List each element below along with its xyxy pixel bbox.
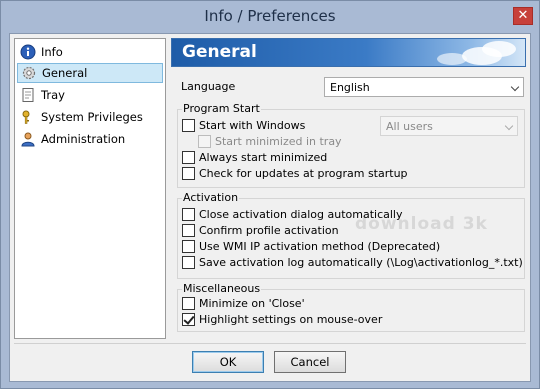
sidebar-item-system-privileges[interactable]: System Privileges (17, 107, 163, 127)
close-activation-dialog-checkbox[interactable]: Close activation dialog automatically (182, 208, 402, 221)
checkbox-label: Start with Windows (199, 119, 306, 132)
window-title: Info / Preferences (204, 7, 336, 25)
section-header: General (171, 38, 526, 67)
checkbox-label: Always start minimized (199, 151, 328, 164)
users-select[interactable]: All users (380, 116, 518, 136)
language-select[interactable]: English (324, 77, 524, 97)
checkbox-box[interactable] (182, 240, 195, 253)
sidebar-item-label: General (42, 66, 88, 80)
checkbox-label: Confirm profile activation (199, 224, 339, 237)
sidebar-item-label: System Privileges (41, 110, 143, 124)
always-start-minimized-checkbox[interactable]: Always start minimized (182, 151, 327, 164)
language-select-value: English (330, 80, 370, 94)
sidebar-item-label: Administration (41, 132, 126, 146)
sidebar-nav: Info General Tray System Privileges Admi… (14, 38, 166, 339)
checkbox-label: Save activation log automatically (\Log\… (199, 256, 523, 269)
admin-user-icon (20, 131, 36, 147)
group-title: Activation (182, 191, 240, 204)
confirm-profile-activation-checkbox[interactable]: Confirm profile activation (182, 224, 339, 237)
gear-icon (21, 65, 37, 81)
checkbox-box[interactable] (182, 151, 195, 164)
checkbox-label: Minimize on 'Close' (199, 297, 305, 310)
sidebar-item-tray[interactable]: Tray (17, 85, 163, 105)
start-minimized-in-tray-checkbox[interactable]: Start minimized in tray (198, 135, 342, 148)
checkbox-label: Use WMI IP activation method (Deprecated… (199, 240, 441, 253)
ok-button[interactable]: OK (192, 351, 264, 373)
info-icon (20, 44, 36, 60)
footer-divider (14, 343, 526, 344)
keys-icon (20, 109, 36, 125)
users-select-value: All users (386, 119, 433, 133)
sidebar-item-administration[interactable]: Administration (17, 129, 163, 149)
highlight-settings-checkbox[interactable]: Highlight settings on mouse-over (182, 313, 382, 326)
language-label: Language (181, 80, 236, 93)
close-button[interactable]: ✕ (513, 7, 533, 25)
checkbox-box[interactable] (182, 313, 195, 326)
checkbox-box[interactable] (182, 208, 195, 221)
checkbox-box[interactable] (182, 119, 195, 132)
sidebar-item-label: Info (41, 45, 63, 59)
tray-document-icon (20, 87, 36, 103)
sidebar-item-label: Tray (41, 88, 65, 102)
wmi-activation-method-checkbox[interactable]: Use WMI IP activation method (Deprecated… (182, 240, 440, 253)
minimize-on-close-checkbox[interactable]: Minimize on 'Close' (182, 297, 305, 310)
checkbox-box[interactable] (198, 135, 211, 148)
dialog-client-area: Info General Tray System Privileges Admi… (9, 33, 531, 382)
group-title: Program Start (182, 102, 261, 115)
chevron-down-icon (504, 121, 514, 131)
checkbox-box[interactable] (182, 224, 195, 237)
group-title: Miscellaneous (182, 282, 262, 295)
title-bar[interactable]: Info / Preferences ✕ (1, 1, 539, 33)
section-title: General (182, 42, 257, 62)
chevron-down-icon (510, 82, 520, 92)
checkbox-label: Check for updates at program startup (199, 167, 408, 180)
cancel-button[interactable]: Cancel (274, 351, 346, 373)
checkbox-box[interactable] (182, 256, 195, 269)
save-activation-log-checkbox[interactable]: Save activation log automatically (\Log\… (182, 256, 523, 269)
checkbox-box[interactable] (182, 167, 195, 180)
checkbox-label: Close activation dialog automatically (199, 208, 403, 221)
cloud-decoration (437, 53, 467, 65)
checkbox-box[interactable] (182, 297, 195, 310)
sidebar-item-info[interactable]: Info (17, 42, 163, 62)
checkbox-label: Highlight settings on mouse-over (199, 313, 383, 326)
check-for-updates-checkbox[interactable]: Check for updates at program startup (182, 167, 408, 180)
sidebar-item-general[interactable]: General (17, 63, 163, 83)
preferences-window: Info / Preferences ✕ Info General Tray S… (0, 0, 540, 389)
checkbox-label: Start minimized in tray (215, 135, 342, 148)
start-with-windows-checkbox[interactable]: Start with Windows (182, 119, 305, 132)
cloud-decoration (482, 41, 516, 57)
